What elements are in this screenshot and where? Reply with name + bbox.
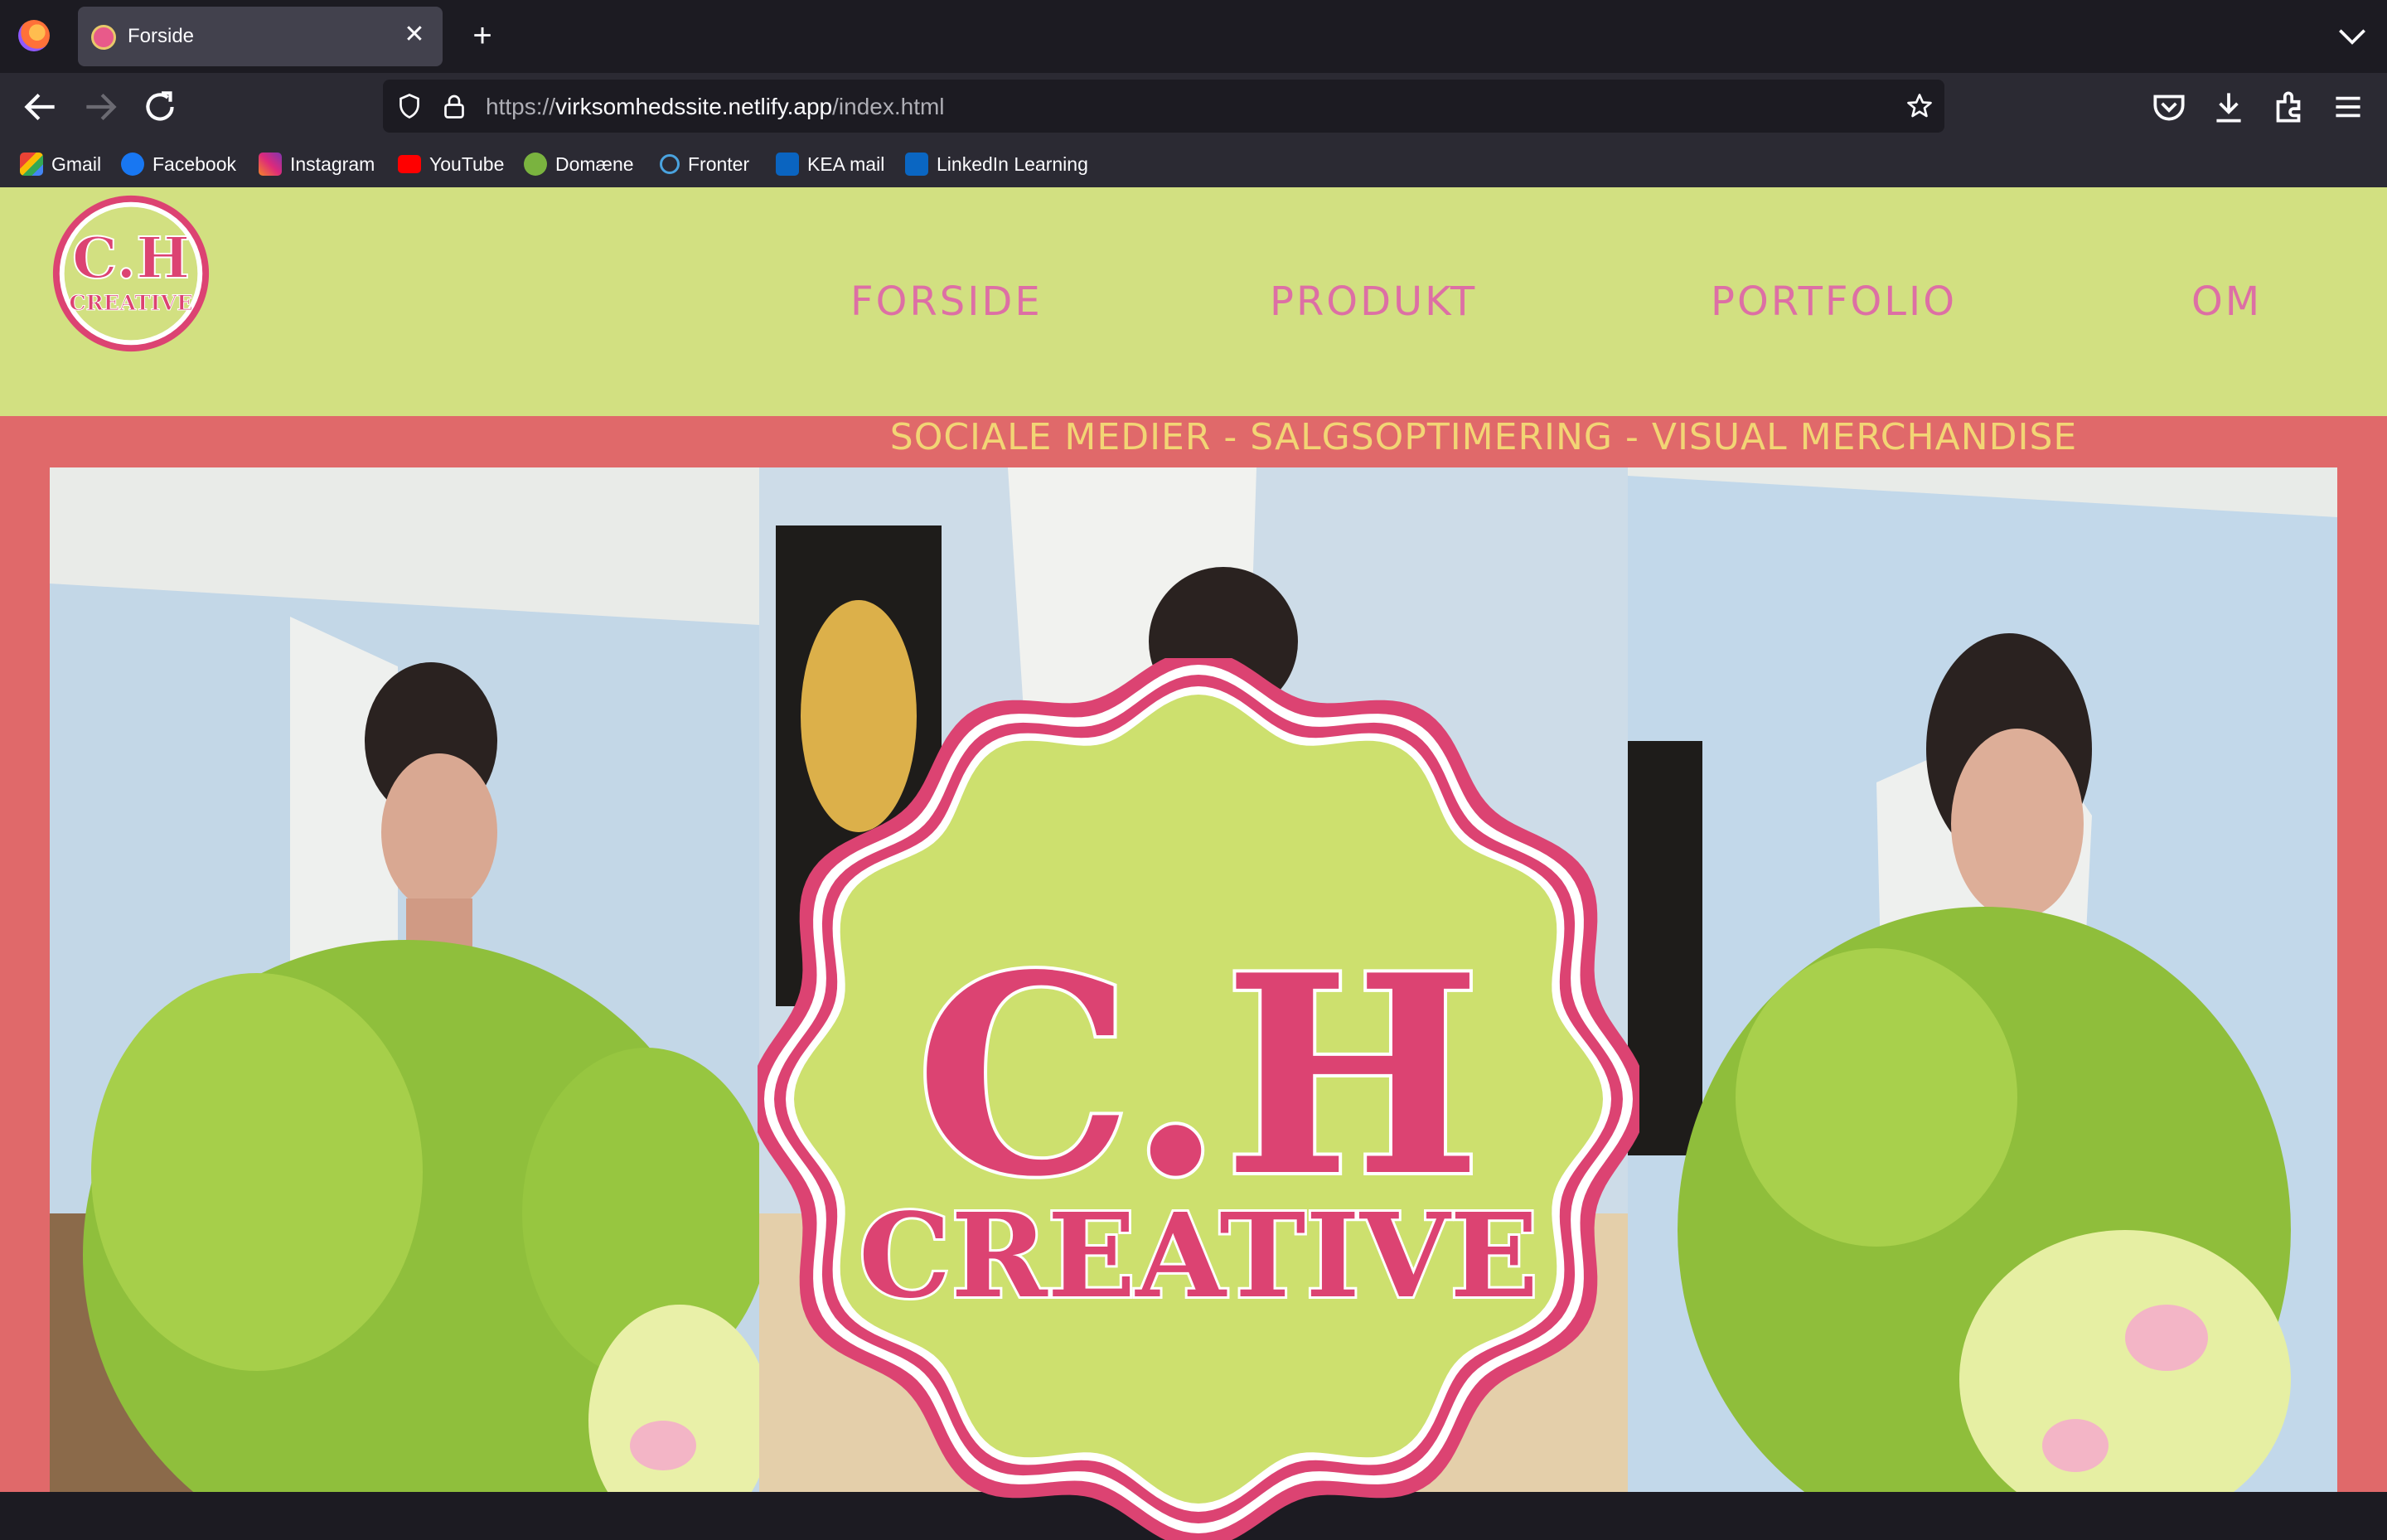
bookmark-domaene[interactable]: Domæne [524,149,634,179]
tab-forside[interactable]: Forside ✕ [78,7,443,66]
tab-title: Forside [128,25,195,47]
bookmark-kea-mail[interactable]: KEA mail [776,149,884,179]
bookmark-facebook[interactable]: Facebook [121,149,236,179]
bookmark-label: KEA mail [807,153,885,175]
bookmark-label: Instagram [290,153,375,175]
bookmark-label: YouTube [429,153,505,175]
gmail-icon [20,153,43,176]
bookmark-linkedin-learning[interactable]: LinkedIn Learning [905,149,1088,179]
firefox-icon[interactable] [18,20,50,51]
browser-tab-bar: Forside ✕ + [0,0,2387,73]
tagline: SOCIALE MEDIER - SALGSOPTIMERING - VISUA… [889,416,2078,458]
bookmark-label: Fronter [688,153,750,175]
back-arrow-icon[interactable] [20,86,61,128]
forward-arrow-icon[interactable] [80,86,121,128]
bookmark-label: Domæne [555,153,634,175]
site-logo-line1: C.H [72,225,190,292]
hero-photo-left [50,467,759,1492]
url-text: https://virksomhedssite.netlify.app/inde… [486,94,945,120]
bookmark-label: Gmail [51,153,102,175]
bookmark-fronter[interactable]: Fronter [660,149,749,179]
browser-nav-bar: https://virksomhedssite.netlify.app/inde… [0,73,2387,141]
bookmark-instagram[interactable]: Instagram [259,149,375,179]
hero-photo-right [1628,467,2337,1492]
bookmark-label: Facebook [153,153,237,175]
tracking-shield-icon[interactable] [395,91,424,121]
tab-list-chevron-down-icon[interactable] [2334,18,2370,55]
extensions-icon[interactable] [2268,86,2309,128]
bookmark-youtube[interactable]: YouTube [398,149,504,179]
site-favicon-icon [91,25,116,50]
new-tab-button[interactable]: + [462,17,502,56]
youtube-icon [398,155,421,173]
bookmark-star-icon[interactable] [1905,91,1934,121]
hero-logo-line2: CREATIVE [859,1189,1538,1324]
linkedin-learning-icon [905,153,928,176]
close-tab-icon[interactable]: ✕ [398,18,431,51]
hero-logo-badge: C.H CREATIVE [758,658,1639,1540]
nav-om[interactable]: OM [2191,278,2262,325]
url-domain: virksomhedssite.netlify.app [555,94,833,119]
site-logo-line2: CREATIVE [69,291,192,316]
url-path: /index.html [832,94,945,119]
nav-portfolio[interactable]: PORTFOLIO [1711,278,1957,325]
menu-hamburger-icon[interactable] [2327,86,2369,128]
lock-icon[interactable] [439,91,469,121]
site-logo[interactable]: C.H CREATIVE [50,192,212,355]
url-protocol: https:// [486,94,556,119]
outlook-icon [776,153,799,176]
domain-icon [524,153,547,176]
url-bar[interactable]: https://virksomhedssite.netlify.app/inde… [383,80,1944,133]
instagram-icon [259,153,282,176]
reload-icon[interactable] [139,86,181,128]
pocket-icon[interactable] [2148,86,2190,128]
bookmark-label: LinkedIn Learning [937,153,1088,175]
bookmarks-toolbar: Gmail Facebook Instagram YouTube Domæne … [0,141,2387,189]
nav-forside[interactable]: FORSIDE [850,278,1043,325]
bookmark-gmail[interactable]: Gmail [20,149,101,179]
fronter-icon [660,154,680,174]
site-header: C.H CREATIVE FORSIDE PRODUKT PORTFOLIO O… [0,187,2387,416]
nav-produkt[interactable]: PRODUKT [1270,278,1477,325]
downloads-icon[interactable] [2208,86,2249,128]
facebook-icon [121,153,144,176]
